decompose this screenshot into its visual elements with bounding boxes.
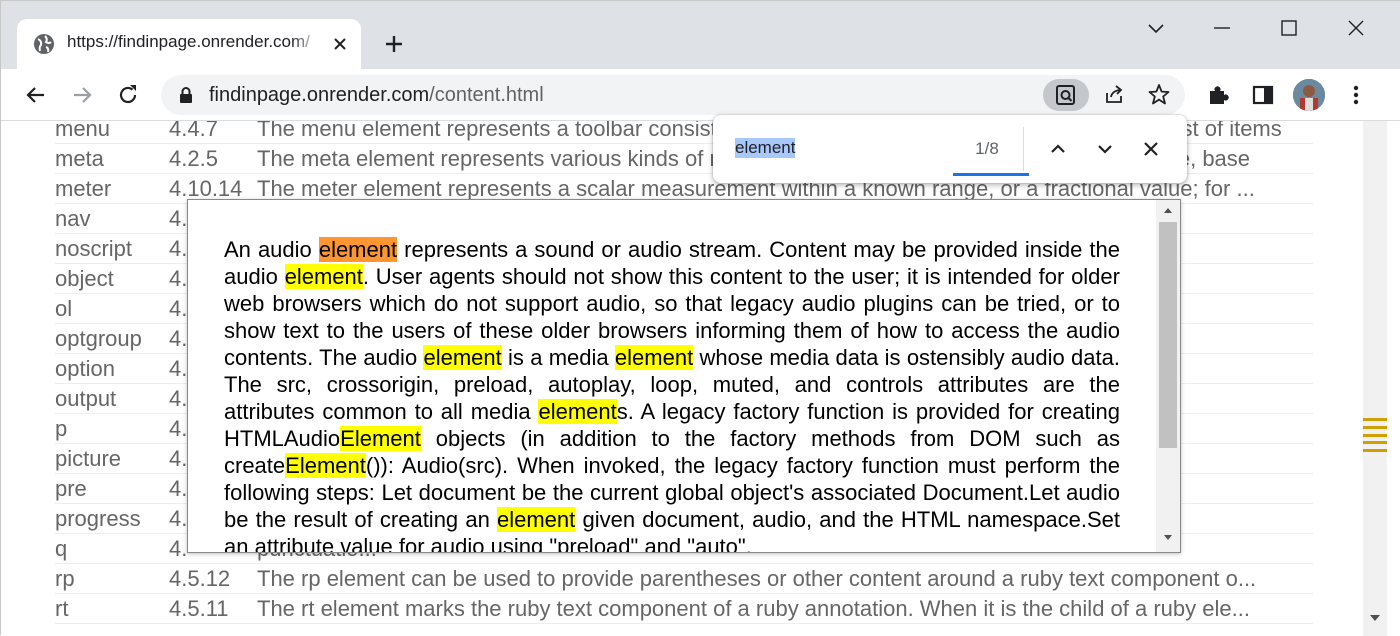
element-name-cell: output xyxy=(55,386,117,411)
section-number-cell: 4. xyxy=(169,386,188,411)
minimize-icon[interactable] xyxy=(1209,15,1235,41)
element-name-cell: q xyxy=(55,536,68,561)
find-match-count: 1/8 xyxy=(975,139,999,158)
element-name-cell: noscript xyxy=(55,236,133,261)
tab-strip: https://findinpage.onrender.com/ xyxy=(1,1,1400,71)
tab-title: https://findinpage.onrender.com/ xyxy=(67,32,310,51)
element-name-cell: pre xyxy=(55,476,87,501)
previous-match-chevron-up-icon[interactable] xyxy=(1044,135,1072,163)
find-highlight: element xyxy=(497,507,576,532)
section-number-cell: 4.2.5 xyxy=(169,146,218,171)
reload-icon[interactable] xyxy=(115,82,141,108)
description-cell: The rt element marks the ruby text compo… xyxy=(257,596,1250,621)
side-panel-icon[interactable] xyxy=(1250,82,1276,108)
element-name-cell: ol xyxy=(55,296,73,321)
element-name-cell: p xyxy=(55,416,68,441)
table-row: rp 4.5.12 The rp element can be used to pr… xyxy=(55,564,1313,594)
more-menu-icon[interactable] xyxy=(1343,82,1369,108)
close-tab-icon[interactable] xyxy=(329,33,351,55)
url-text[interactable]: findinpage.onrender.com/content.html xyxy=(209,84,544,107)
share-icon[interactable] xyxy=(1101,82,1127,108)
element-name-cell: progress xyxy=(55,506,141,531)
lock-icon[interactable] xyxy=(177,86,195,104)
text-segment: An audio xyxy=(224,237,319,262)
maximize-icon[interactable] xyxy=(1276,15,1302,41)
table-row: rt 4.5.11 The rt element marks the ruby te… xyxy=(55,594,1313,624)
section-number-cell: 4. xyxy=(169,446,188,471)
browser-window: https://findinpage.onrender.com/ findinp… xyxy=(0,0,1400,636)
popup-description-text: An audio element represents a sound or a… xyxy=(224,236,1120,552)
profile-avatar[interactable] xyxy=(1293,79,1325,111)
element-name-cell: menu xyxy=(55,121,111,141)
find-match-marker xyxy=(1363,434,1387,437)
scroll-down-arrow-icon[interactable] xyxy=(1163,534,1173,542)
extensions-puzzle-icon[interactable] xyxy=(1205,82,1231,108)
current-find-highlight: element xyxy=(318,237,398,262)
section-number-cell: 4.4.7 xyxy=(169,121,218,141)
popup-scrollbar-thumb[interactable] xyxy=(1159,222,1177,448)
next-match-chevron-down-icon[interactable] xyxy=(1091,135,1119,163)
section-number-cell: 4. xyxy=(169,506,188,531)
find-in-page-indicator[interactable] xyxy=(1043,79,1089,111)
back-arrow-icon[interactable] xyxy=(23,82,49,108)
bookmark-star-icon[interactable] xyxy=(1146,82,1172,108)
window-close-icon[interactable] xyxy=(1343,15,1369,41)
address-bar[interactable]: findinpage.onrender.com/content.html xyxy=(161,75,1185,115)
close-find-icon[interactable] xyxy=(1137,135,1165,163)
browser-toolbar: findinpage.onrender.com/content.html xyxy=(1,69,1400,121)
find-highlight: element xyxy=(423,345,502,370)
find-match-marker xyxy=(1363,449,1387,452)
element-name-cell: picture xyxy=(55,446,122,471)
find-input[interactable]: element xyxy=(735,138,796,158)
find-input-underline xyxy=(953,173,1029,176)
text-segment: is a media xyxy=(501,345,615,370)
page-scrollbar[interactable] xyxy=(1363,121,1387,636)
section-number-cell: 4. xyxy=(169,476,188,501)
section-number-cell: 4. xyxy=(169,296,188,321)
element-name-cell: rt xyxy=(55,596,69,621)
find-highlight: element xyxy=(614,345,694,370)
find-highlight: Element xyxy=(340,426,421,451)
element-name-cell: rp xyxy=(55,566,75,591)
scroll-up-arrow-icon[interactable] xyxy=(1163,206,1173,214)
find-highlight: Element xyxy=(285,453,366,478)
popup-scrollbar[interactable] xyxy=(1156,200,1180,552)
element-name-cell: meter xyxy=(55,176,112,201)
element-name-cell: optgroup xyxy=(55,326,142,351)
section-number-cell: 4. xyxy=(169,536,188,561)
tab-search-chevron-icon[interactable] xyxy=(1143,15,1169,41)
new-tab-icon[interactable] xyxy=(381,31,407,57)
section-number-cell: 4. xyxy=(169,356,188,381)
find-highlight: element xyxy=(538,399,617,424)
globe-icon xyxy=(33,33,55,55)
element-name-cell: meta xyxy=(55,146,104,171)
find-match-marker xyxy=(1363,441,1387,444)
find-match-marker xyxy=(1363,426,1387,429)
element-name-cell: object xyxy=(55,266,114,291)
section-number-cell: 4. xyxy=(169,236,188,261)
section-number-cell: 4. xyxy=(169,416,188,441)
find-divider xyxy=(1023,127,1024,171)
forward-arrow-icon[interactable] xyxy=(69,82,95,108)
find-bar: element 1/8 xyxy=(713,115,1187,183)
description-popup: An audio element represents a sound or a… xyxy=(187,199,1181,553)
section-number-cell: 4. xyxy=(169,206,188,231)
section-number-cell: 4.5.11 xyxy=(169,596,229,621)
element-name-cell: option xyxy=(55,356,115,381)
scroll-down-arrow-icon[interactable] xyxy=(1369,613,1381,623)
browser-tab[interactable]: https://findinpage.onrender.com/ xyxy=(17,19,361,71)
find-match-marker xyxy=(1363,418,1387,421)
find-highlight: element xyxy=(284,264,363,289)
section-number-cell: 4. xyxy=(169,326,188,351)
section-number-cell: 4. xyxy=(169,266,188,291)
element-name-cell: nav xyxy=(55,206,91,231)
section-number-cell: 4.5.12 xyxy=(169,566,231,591)
description-cell: The rp element can be used to provide pa… xyxy=(257,566,1257,591)
